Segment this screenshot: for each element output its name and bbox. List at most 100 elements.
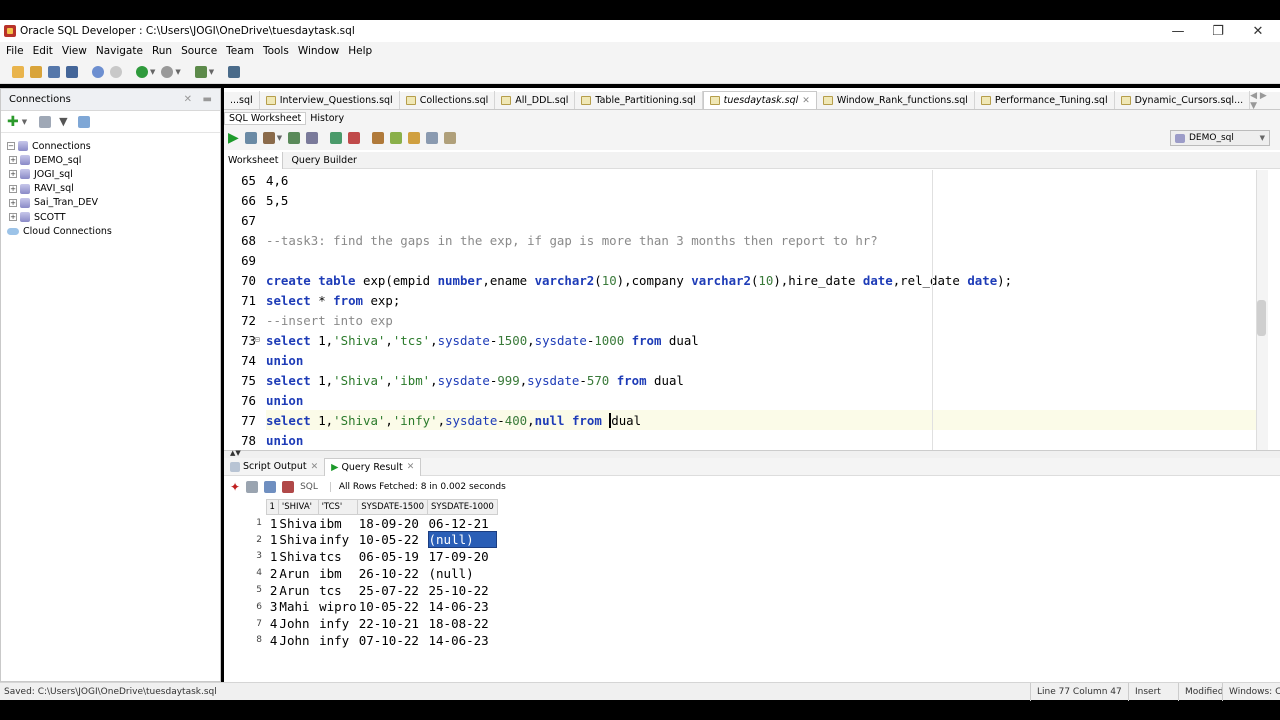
- result-cell[interactable]: wipro: [318, 598, 358, 615]
- menu-view[interactable]: View: [62, 45, 87, 57]
- result-cell[interactable]: 1: [266, 515, 278, 532]
- result-cell[interactable]: 17-09-20: [428, 548, 498, 565]
- code-line[interactable]: 4,6: [266, 170, 1256, 190]
- result-cell[interactable]: infy: [318, 632, 358, 649]
- close-panel-icon[interactable]: ✕: [184, 94, 192, 105]
- editor-scroll-thumb[interactable]: [1257, 300, 1266, 336]
- add-connection-dropdown-icon[interactable]: ▼: [22, 118, 27, 126]
- menu-navigate[interactable]: Navigate: [96, 45, 143, 57]
- result-cell[interactable]: Shiva: [278, 531, 318, 548]
- result-cell[interactable]: 25-10-22: [428, 582, 498, 599]
- code-line[interactable]: --task3: find the gaps in the exp, if ga…: [266, 230, 1256, 250]
- close-tab-icon[interactable]: ✕: [407, 462, 415, 472]
- sql-button[interactable]: SQL: [300, 482, 318, 492]
- result-cell[interactable]: 18-09-20: [358, 515, 428, 532]
- result-row[interactable]: 8 4 John infy 07-10-22 14-06-23: [226, 632, 497, 649]
- tab-window-rank-functions[interactable]: Window_Rank_functions.sql: [817, 91, 975, 109]
- tree-item-scott[interactable]: + SCOTT: [7, 210, 220, 224]
- menu-team[interactable]: Team: [226, 45, 254, 57]
- result-row[interactable]: 3 1 Shiva tcs 06-05-19 17-09-20: [226, 548, 497, 565]
- result-row[interactable]: 5 2 Arun tcs 25-07-22 25-10-22: [226, 582, 497, 599]
- result-cell[interactable]: 14-06-23: [428, 632, 498, 649]
- result-cell[interactable]: 06-05-19: [358, 548, 428, 565]
- tab-dynamic-cursors[interactable]: Dynamic_Cursors.sql...: [1115, 91, 1251, 109]
- menu-edit[interactable]: Edit: [33, 45, 53, 57]
- result-cell[interactable]: 4: [266, 632, 278, 649]
- run-tools-dropdown-icon[interactable]: ▼: [209, 68, 214, 76]
- add-connection-icon[interactable]: ✚: [7, 114, 19, 130]
- code-line[interactable]: --insert into exp: [266, 310, 1256, 330]
- tab-script-output[interactable]: Script Output ✕: [224, 458, 324, 476]
- result-cell[interactable]: Mahi: [278, 598, 318, 615]
- result-cell[interactable]: 18-08-22: [428, 615, 498, 632]
- tree-item-cloud-connections[interactable]: Cloud Connections: [7, 224, 220, 238]
- code-line[interactable]: [266, 210, 1256, 230]
- tab-query-result[interactable]: ▶ Query Result ✕: [324, 457, 422, 476]
- undo-icon[interactable]: [92, 65, 104, 78]
- result-cell[interactable]: Shiva: [278, 548, 318, 565]
- explain-plan-icon[interactable]: [288, 132, 301, 144]
- back-icon[interactable]: [136, 65, 148, 78]
- result-cell[interactable]: 4: [266, 615, 278, 632]
- tree-item-demo-sql[interactable]: + DEMO_sql: [7, 153, 220, 167]
- menu-window[interactable]: Window: [298, 45, 339, 57]
- tab-tuesdaytask[interactable]: tuesdaytask.sql ✕: [702, 91, 817, 109]
- forward-icon[interactable]: [161, 65, 174, 78]
- result-cell[interactable]: 22-10-21: [358, 615, 428, 632]
- menu-source[interactable]: Source: [181, 45, 217, 57]
- fold-icon[interactable]: ⊟: [255, 335, 260, 344]
- result-cell[interactable]: (null): [428, 565, 498, 582]
- column-header[interactable]: 1: [265, 499, 279, 515]
- code-lines[interactable]: 4,6 5,5 --task3: find the gaps in the exp…: [266, 170, 1256, 450]
- tab-performance-tuning[interactable]: Performance_Tuning.sql: [975, 91, 1115, 109]
- refresh-icon[interactable]: [39, 115, 52, 128]
- sql-editor[interactable]: 65 66 67 68 69 70 71 72 73 74 75 76 77 7…: [226, 170, 1266, 450]
- tab-all-ddl[interactable]: All_DDL.sql: [495, 91, 576, 109]
- connection-selector[interactable]: DEMO_sql ▼: [1170, 130, 1270, 146]
- result-cell[interactable]: 07-10-22: [358, 632, 428, 649]
- result-cell[interactable]: John: [278, 632, 318, 649]
- code-line[interactable]: create table exp(empid number,ename varc…: [266, 270, 1256, 290]
- column-header[interactable]: SYSDATE-1500: [357, 499, 428, 515]
- tree-item-jogi-sql[interactable]: + JOGI_sql: [7, 167, 220, 181]
- result-cell[interactable]: Arun: [278, 582, 318, 599]
- close-tab-icon[interactable]: ✕: [311, 462, 319, 472]
- minimize-button[interactable]: —: [1158, 20, 1198, 42]
- result-row[interactable]: 7 4 John infy 22-10-21 18-08-22: [226, 615, 497, 632]
- new-file-icon[interactable]: [12, 65, 24, 78]
- result-cell[interactable]: Arun: [278, 565, 318, 582]
- redo-icon[interactable]: [110, 65, 122, 78]
- result-cell[interactable]: ibm: [318, 565, 358, 582]
- tree-item-sai-tran-dev[interactable]: + Sai_Tran_DEV: [7, 196, 220, 210]
- filter-icon[interactable]: ▼: [59, 115, 67, 128]
- save-all-icon[interactable]: [66, 65, 78, 78]
- collapse-icon[interactable]: −: [7, 142, 15, 151]
- refresh-results-icon[interactable]: [264, 481, 277, 493]
- result-cell[interactable]: tcs: [318, 582, 358, 599]
- expand-icon[interactable]: +: [9, 184, 17, 193]
- menu-help[interactable]: Help: [348, 45, 372, 57]
- tab-history[interactable]: History: [306, 113, 348, 124]
- back-dropdown-icon[interactable]: ▼: [150, 68, 155, 76]
- expand-icon[interactable]: +: [9, 170, 17, 179]
- autotrace-dropdown-icon[interactable]: ▼: [277, 134, 282, 142]
- tree-item-ravi-sql[interactable]: + RAVI_sql: [7, 182, 220, 196]
- tab-table-partitioning[interactable]: Table_Partitioning.sql: [575, 91, 703, 109]
- tab-interview-questions[interactable]: Interview_Questions.sql: [260, 91, 400, 109]
- result-cell[interactable]: 1: [266, 548, 278, 565]
- sql-tuning-icon[interactable]: [306, 132, 319, 144]
- result-row[interactable]: 1 1 Shiva ibm 18-09-20 06-12-21: [226, 515, 497, 532]
- cancel-query-icon[interactable]: [282, 481, 295, 493]
- result-cell[interactable]: 25-07-22: [358, 582, 428, 599]
- clear-icon[interactable]: [408, 132, 421, 144]
- binoculars-icon[interactable]: [228, 65, 241, 78]
- code-line[interactable]: select 1,'Shiva','ibm',sysdate-999,sysda…: [266, 370, 1256, 390]
- result-cell[interactable]: Shiva: [278, 515, 318, 532]
- result-cell[interactable]: 14-06-23: [428, 598, 498, 615]
- expand-icon[interactable]: +: [9, 198, 17, 207]
- tab-scroll-arrows-icon[interactable]: ◀ ▶ ▼: [1250, 91, 1274, 111]
- tab-sql-worksheet[interactable]: SQL Worksheet: [224, 111, 307, 125]
- to-upper-icon[interactable]: [390, 132, 403, 144]
- save-icon[interactable]: [48, 65, 60, 78]
- run-script-icon[interactable]: [244, 132, 257, 144]
